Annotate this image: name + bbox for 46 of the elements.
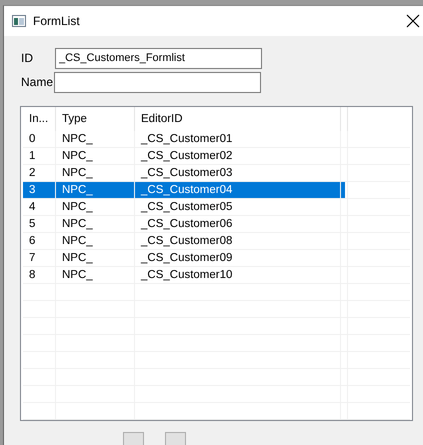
table-cell: _CS_Customer02	[135, 148, 341, 164]
table-cell: _CS_Customer06	[135, 216, 341, 232]
table-cell: _CS_Customer01	[135, 131, 341, 147]
list-row[interactable]: 0 NPC_ _CS_Customer01	[23, 131, 410, 148]
column-header[interactable]: EditorID	[135, 107, 341, 131]
table-cell: _CS_Customer09	[135, 250, 341, 266]
window-icon	[12, 15, 26, 27]
close-icon[interactable]	[406, 14, 420, 28]
column-header[interactable]: Type	[56, 107, 135, 131]
list-row[interactable]: 1 NPC_ _CS_Customer02	[23, 148, 410, 165]
list-row[interactable]: 3 NPC_ _CS_Customer04	[23, 182, 410, 199]
table-cell: _CS_Customer10	[135, 267, 341, 283]
table-cell: NPC_	[56, 233, 135, 249]
table-cell: NPC_	[56, 199, 135, 215]
list-row[interactable]: 7 NPC_ _CS_Customer09	[23, 250, 410, 267]
list-row[interactable]: 5 NPC_ _CS_Customer06	[23, 216, 410, 233]
field-label: Name	[21, 75, 54, 89]
table-cell: 5	[23, 216, 56, 232]
table-cell: NPC_	[56, 250, 135, 266]
table-cell: _CS_Customer04	[135, 182, 341, 198]
table-cell: _CS_Customer05	[135, 199, 341, 215]
list-row[interactable]: 6 NPC_ _CS_Customer08	[23, 233, 410, 250]
list-row[interactable]: 2 NPC_ _CS_Customer03	[23, 165, 410, 182]
table-cell: 0	[23, 131, 56, 147]
column-header[interactable]: In...	[23, 107, 56, 131]
input-field[interactable]: _CS_Customers_Formlist	[55, 48, 262, 68]
table-cell: 6	[23, 233, 56, 249]
field-label: ID	[21, 51, 34, 65]
table-cell: NPC_	[56, 216, 135, 232]
table-cell: 7	[23, 250, 56, 266]
list-row[interactable]: 8 NPC_ _CS_Customer10	[23, 267, 410, 284]
table-cell: NPC_	[56, 182, 135, 198]
table-cell: NPC_	[56, 165, 135, 181]
table-cell: 3	[23, 182, 56, 198]
window-title: FormList	[33, 14, 80, 28]
table-cell: NPC_	[56, 131, 135, 147]
table-cell: 8	[23, 267, 56, 283]
table-cell: NPC_	[56, 148, 135, 164]
table-cell: 1	[23, 148, 56, 164]
input-field[interactable]	[54, 72, 262, 92]
table-cell: _CS_Customer08	[135, 233, 341, 249]
list-row[interactable]: 4 NPC_ _CS_Customer05	[23, 199, 410, 216]
table-cell: 2	[23, 165, 56, 181]
table-cell: _CS_Customer03	[135, 165, 341, 181]
table-cell: 4	[23, 199, 56, 215]
table-cell: NPC_	[56, 267, 135, 283]
